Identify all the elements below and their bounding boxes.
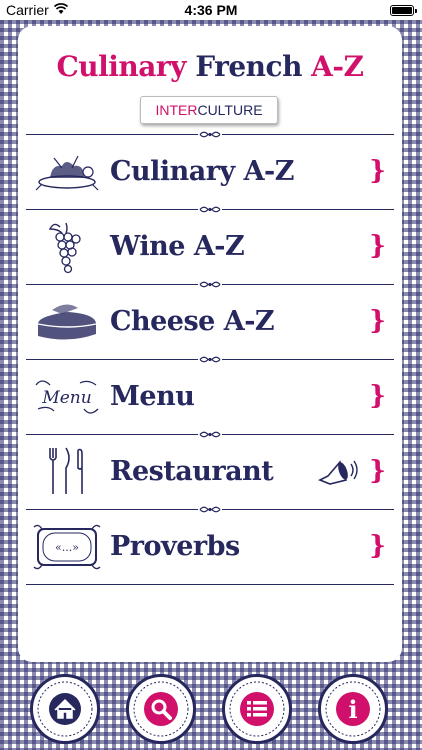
logo-inter: INTER bbox=[155, 102, 198, 118]
main-card: Culinary French A-Z INTERCULTURE Culinar… bbox=[20, 28, 400, 660]
title-az: A-Z bbox=[311, 50, 364, 83]
menu-item-menu[interactable]: Menu Menu } bbox=[20, 359, 400, 434]
menu-item-culinary[interactable]: Culinary A-Z } bbox=[20, 134, 400, 209]
cheese-icon bbox=[37, 304, 97, 340]
cutlery-icon bbox=[49, 447, 83, 494]
divider bbox=[26, 584, 394, 585]
menu-item-wine[interactable]: Wine A-Z } bbox=[20, 209, 400, 284]
list-icon bbox=[229, 681, 285, 737]
svg-text:Menu: Menu bbox=[41, 388, 91, 408]
search-button[interactable] bbox=[126, 674, 196, 744]
menu-item-label: Wine A-Z bbox=[110, 231, 245, 262]
info-glyph: i bbox=[348, 695, 357, 724]
menu-item-label: Culinary A-Z bbox=[110, 156, 294, 187]
home-button[interactable] bbox=[30, 674, 100, 744]
title-french: French bbox=[195, 50, 302, 83]
app-title: Culinary French A-Z bbox=[20, 50, 400, 83]
grapes-icon bbox=[48, 222, 81, 274]
menu-item-label: Restaurant bbox=[110, 456, 274, 487]
chevron-right-icon: } bbox=[369, 306, 386, 336]
menu-card-icon: Menu bbox=[35, 380, 99, 414]
chevron-right-icon: } bbox=[369, 531, 386, 561]
home-icon bbox=[37, 681, 93, 737]
list-button[interactable] bbox=[222, 674, 292, 744]
status-bar: Carrier 4:36 PM bbox=[0, 0, 422, 20]
menu-item-proverbs[interactable]: «...» Proverbs } bbox=[20, 509, 400, 584]
info-button[interactable]: i bbox=[318, 674, 388, 744]
logo-culture: CULTURE bbox=[197, 102, 263, 118]
menu-item-label: Cheese A-Z bbox=[110, 306, 275, 337]
frame-text: «...» bbox=[55, 541, 79, 554]
info-icon: i bbox=[325, 681, 381, 737]
main-menu: Culinary A-Z } Wine A-Z } Cheese A-Z} M… bbox=[20, 130, 400, 585]
menu-item-restaurant[interactable]: Restaurant } bbox=[20, 434, 400, 509]
culinary-engraving-icon bbox=[35, 155, 99, 191]
bottom-toolbar: i bbox=[0, 670, 422, 750]
search-icon bbox=[133, 681, 189, 737]
battery-icon bbox=[390, 5, 417, 16]
chevron-right-icon: } bbox=[369, 231, 386, 261]
menu-item-label: Menu bbox=[110, 381, 195, 412]
proverb-frame-icon: «...» bbox=[33, 524, 101, 570]
menu-item-label: Proverbs bbox=[110, 531, 240, 562]
title-culinary: Culinary bbox=[56, 50, 187, 83]
chevron-right-icon: } bbox=[369, 456, 386, 486]
speaker-icon[interactable] bbox=[316, 454, 360, 490]
chevron-right-icon: } bbox=[369, 156, 386, 186]
status-time: 4:36 PM bbox=[184, 2, 238, 18]
chevron-right-icon: } bbox=[369, 381, 386, 411]
interculture-logo[interactable]: INTERCULTURE bbox=[140, 96, 278, 124]
menu-item-cheese[interactable]: Cheese A-Z } bbox=[20, 284, 400, 359]
